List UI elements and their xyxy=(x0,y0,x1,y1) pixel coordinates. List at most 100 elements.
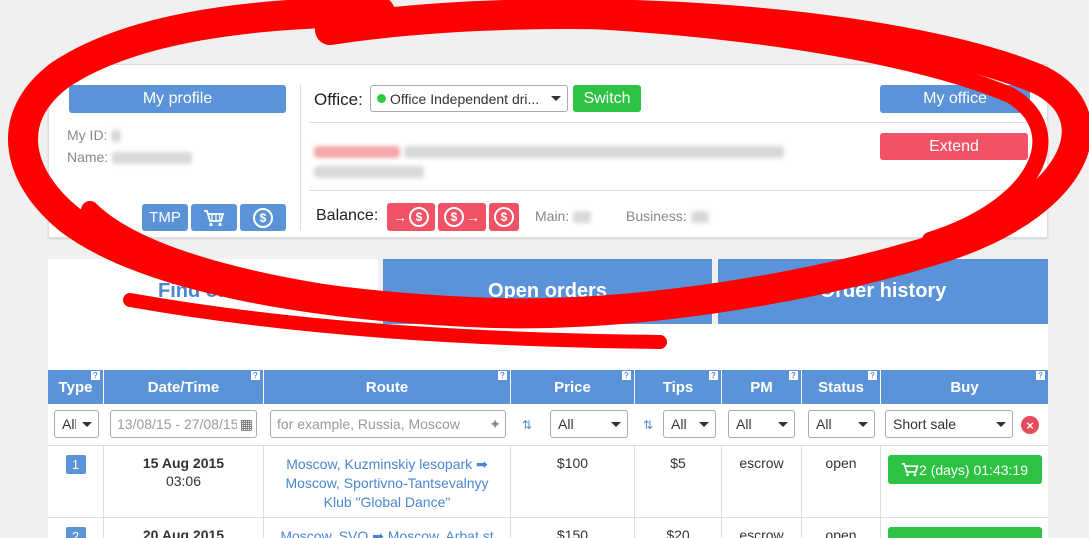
route-cell[interactable]: Moscow, SVO ➡ Moscow, Arbat st xyxy=(264,518,511,538)
location-icon[interactable]: ✦ xyxy=(485,416,505,433)
col-type[interactable]: Type? xyxy=(48,370,104,404)
account-panel: My profile My ID: Name: TMP $ Office: Of… xyxy=(48,64,1048,238)
pm-cell: escrow xyxy=(722,446,802,517)
col-buy[interactable]: Buy? xyxy=(881,370,1048,404)
price-cell: $100 xyxy=(511,446,635,517)
help-icon[interactable]: ? xyxy=(498,371,507,380)
office-select[interactable]: Office Independent dri... xyxy=(370,85,568,112)
pm-filter-select[interactable]: All xyxy=(728,410,795,438)
sort-tips-icon[interactable]: ⇅ xyxy=(643,418,653,432)
help-icon[interactable]: ? xyxy=(622,371,631,380)
tab-find-orders[interactable]: Find orders xyxy=(48,259,378,324)
main-balance: Main: xyxy=(535,208,592,224)
cart-icon xyxy=(901,462,919,477)
calendar-icon[interactable]: ▦ xyxy=(237,416,256,433)
status-cell: open xyxy=(802,446,881,517)
panel-divider xyxy=(300,85,301,230)
my-office-button[interactable]: My office xyxy=(880,85,1030,113)
exchange-coin-icon: $ xyxy=(494,207,514,227)
sort-price-icon[interactable]: ⇅ xyxy=(522,418,532,432)
business-balance: Business: xyxy=(626,208,709,224)
buy-filter-value: Short sale xyxy=(893,416,957,432)
pm-filter-value: All xyxy=(736,416,752,432)
datetime-cell: 20 Aug 2015 xyxy=(104,518,264,538)
divider xyxy=(309,122,1029,123)
tips-filter-select[interactable]: All xyxy=(663,410,716,438)
dollar-button[interactable]: $ xyxy=(240,204,286,231)
filter-row: All 13/08/15 - 27/08/15▦ for example, Ru… xyxy=(48,404,1048,446)
price-filter-select[interactable]: All xyxy=(550,410,628,438)
arrow-right-icon: → xyxy=(466,209,480,225)
office-select-value: Office Independent dri... xyxy=(390,90,540,107)
col-tips[interactable]: Tips? xyxy=(635,370,722,404)
chevron-down-icon xyxy=(551,96,561,101)
main-balance-value-redacted xyxy=(573,211,592,224)
pm-cell: escrow xyxy=(722,518,802,538)
status-filter-value: All xyxy=(816,416,832,432)
extend-button[interactable]: Extend xyxy=(880,133,1028,160)
status-filter-select[interactable]: All xyxy=(808,410,875,438)
withdraw-button[interactable]: $ → xyxy=(438,203,486,231)
my-profile-button[interactable]: My profile xyxy=(69,85,286,113)
buy-countdown: 2 (days) 01:43:19 xyxy=(919,461,1028,478)
table-row: 1 15 Aug 2015 03:06 Moscow, Kuzminskiy l… xyxy=(48,446,1048,518)
col-datetime-label: Date/Time xyxy=(147,378,220,396)
price-cell: $150 xyxy=(511,518,635,538)
route-search-placeholder: for example, Russia, Moscow xyxy=(277,416,460,432)
exchange-button[interactable]: $ xyxy=(489,203,519,231)
deposit-button[interactable]: → $ xyxy=(387,203,435,231)
tab-order-history[interactable]: Order history xyxy=(718,259,1048,324)
date-range-input[interactable]: 13/08/15 - 27/08/15 ▦ xyxy=(110,410,257,438)
arrow-right-icon: ➡ xyxy=(476,456,488,472)
business-balance-value-redacted xyxy=(690,211,709,224)
my-id-value-redacted xyxy=(111,130,122,143)
col-status[interactable]: Status? xyxy=(802,370,881,404)
dollar-coin-icon: $ xyxy=(253,207,273,228)
tab-open-orders[interactable]: Open orders xyxy=(383,259,712,324)
chevron-down-icon xyxy=(778,421,788,427)
arrow-right-icon: ➡ xyxy=(372,528,384,538)
chevron-down-icon xyxy=(858,421,868,427)
help-icon[interactable]: ? xyxy=(868,371,877,380)
tips-cell: $20 xyxy=(635,518,722,538)
my-id-row: My ID: xyxy=(67,127,122,143)
route-search-input[interactable]: for example, Russia, Moscow ✦ xyxy=(270,410,506,438)
buy-cell xyxy=(881,518,1048,538)
buy-filter-select[interactable]: Short sale xyxy=(885,410,1013,438)
order-time: 03:06 xyxy=(165,473,202,489)
col-status-label: Status xyxy=(818,378,864,396)
help-icon[interactable]: ? xyxy=(91,371,100,380)
type-filter-select[interactable]: All xyxy=(54,410,99,438)
help-icon[interactable]: ? xyxy=(1036,371,1045,380)
route-to[interactable]: Moscow, Sportivno-Tantsevalnyy Klub "Glo… xyxy=(285,475,488,510)
route-cell[interactable]: Moscow, Kuzminskiy lesopark ➡ Moscow, Sp… xyxy=(264,446,511,517)
route-to[interactable]: Moscow, Arbat st xyxy=(388,528,494,538)
date-range-value: 13/08/15 - 27/08/15 xyxy=(117,416,237,432)
dollar-coin-icon: $ xyxy=(409,207,429,227)
col-type-label: Type xyxy=(58,378,93,396)
buy-button[interactable] xyxy=(887,527,1042,538)
route-from[interactable]: Moscow, Kuzminskiy lesopark xyxy=(286,456,472,472)
help-icon[interactable]: ? xyxy=(789,371,798,380)
help-icon[interactable]: ? xyxy=(709,371,718,380)
buy-cell: 2 (days) 01:43:19 xyxy=(881,446,1048,517)
route-from[interactable]: Moscow, SVO xyxy=(280,528,368,538)
buy-button[interactable]: 2 (days) 01:43:19 xyxy=(887,455,1042,484)
tips-filter-value: All xyxy=(671,416,687,432)
col-datetime[interactable]: Date/Time? xyxy=(104,370,264,404)
business-balance-label: Business: xyxy=(626,208,687,224)
col-pm[interactable]: PM? xyxy=(722,370,802,404)
orders-table-header: Type? Date/Time? Route? Price? Tips? PM?… xyxy=(48,370,1048,404)
tmp-button[interactable]: TMP xyxy=(142,204,188,231)
help-icon[interactable]: ? xyxy=(251,371,260,380)
cart-button[interactable] xyxy=(191,204,237,231)
balance-label: Balance: xyxy=(316,207,379,224)
clear-filters-icon[interactable]: × xyxy=(1021,416,1039,434)
main-balance-label: Main: xyxy=(535,208,570,224)
col-price[interactable]: Price? xyxy=(511,370,635,404)
name-row: Name: xyxy=(67,149,193,165)
chevron-down-icon xyxy=(699,421,709,427)
divider xyxy=(309,190,1029,191)
col-route[interactable]: Route? xyxy=(264,370,511,404)
switch-button[interactable]: Switch xyxy=(573,85,641,112)
